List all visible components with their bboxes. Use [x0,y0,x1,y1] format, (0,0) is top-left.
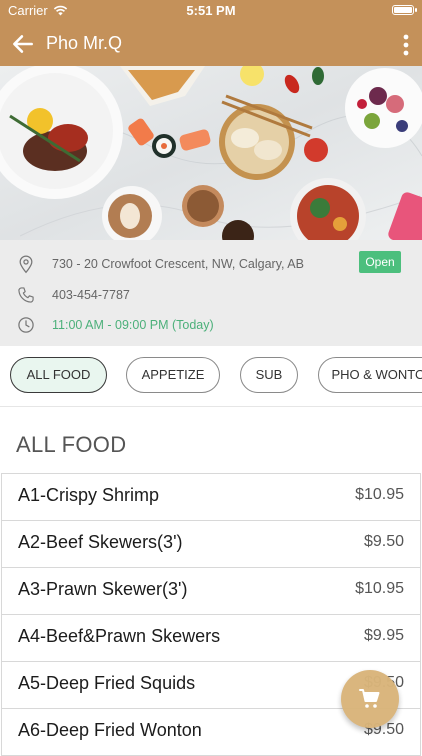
menu-item-name: A6-Deep Fried Wonton [18,720,202,740]
battery-icon [392,5,417,15]
more-vertical-icon[interactable] [402,32,410,58]
menu-item-price: $9.95 [363,627,404,644]
menu-item-price: $10.95 [355,486,404,503]
phone-text: 403-454-7787 [52,288,130,302]
cart-button[interactable] [341,670,399,728]
clock-icon [18,317,34,333]
menu-item-name: A4-Beef&Prawn Skewers [18,626,221,646]
phone-icon [18,287,34,303]
menu-item[interactable]: A3-Prawn Skewer(3') $10.95 [1,568,421,615]
menu-item-name: A5-Deep Fried Squids [18,673,196,693]
category-appetize[interactable]: APPETIZE [126,357,220,393]
menu-item[interactable]: A2-Beef Skewers(3') $9.50 [1,521,421,568]
menu-item[interactable]: A4-Beef&Prawn Skewers $9.95 [1,615,421,662]
address-text: 730 - 20 Crowfoot Crescent, NW, Calgary,… [52,257,304,271]
location-pin-icon [19,255,33,274]
back-arrow-icon[interactable] [10,31,36,57]
menu-item-name: A1-Crispy Shrimp [18,485,160,505]
address-row[interactable]: 730 - 20 Crowfoot Crescent, NW, Calgary,… [16,254,304,274]
menu-item-name: A3-Prawn Skewer(3') [18,579,188,599]
status-time: 5:51 PM [186,3,236,18]
hours-row: 11:00 AM - 09:00 PM (Today) [16,315,214,335]
restaurant-hero-image [0,66,422,240]
shopping-cart-icon [359,689,380,708]
category-tabs: ALL FOOD APPETIZE SUB PHO & WONTON [0,346,422,407]
section-title: ALL FOOD [16,432,127,457]
app-bar: Pho Mr.Q [0,22,422,66]
food-illustration [0,66,422,240]
hours-text: 11:00 AM - 09:00 PM (Today) [52,318,214,332]
menu-item[interactable]: A1-Crispy Shrimp $10.95 [1,474,421,521]
open-status-badge: Open [359,251,401,273]
category-sub[interactable]: SUB [240,357,298,393]
category-pho-wonton[interactable]: PHO & WONTON [318,357,422,393]
menu-item-price: $9.50 [363,533,404,550]
menu-item-name: A2-Beef Skewers(3') [18,532,183,552]
phone-row[interactable]: 403-454-7787 [16,285,130,305]
status-bar: Carrier 5:51 PM [0,0,422,22]
restaurant-info-panel: 730 - 20 Crowfoot Crescent, NW, Calgary,… [0,240,422,346]
page-title: Pho Mr.Q [46,33,123,53]
menu-item-price: $10.95 [355,580,404,597]
category-all-food[interactable]: ALL FOOD [10,357,107,393]
